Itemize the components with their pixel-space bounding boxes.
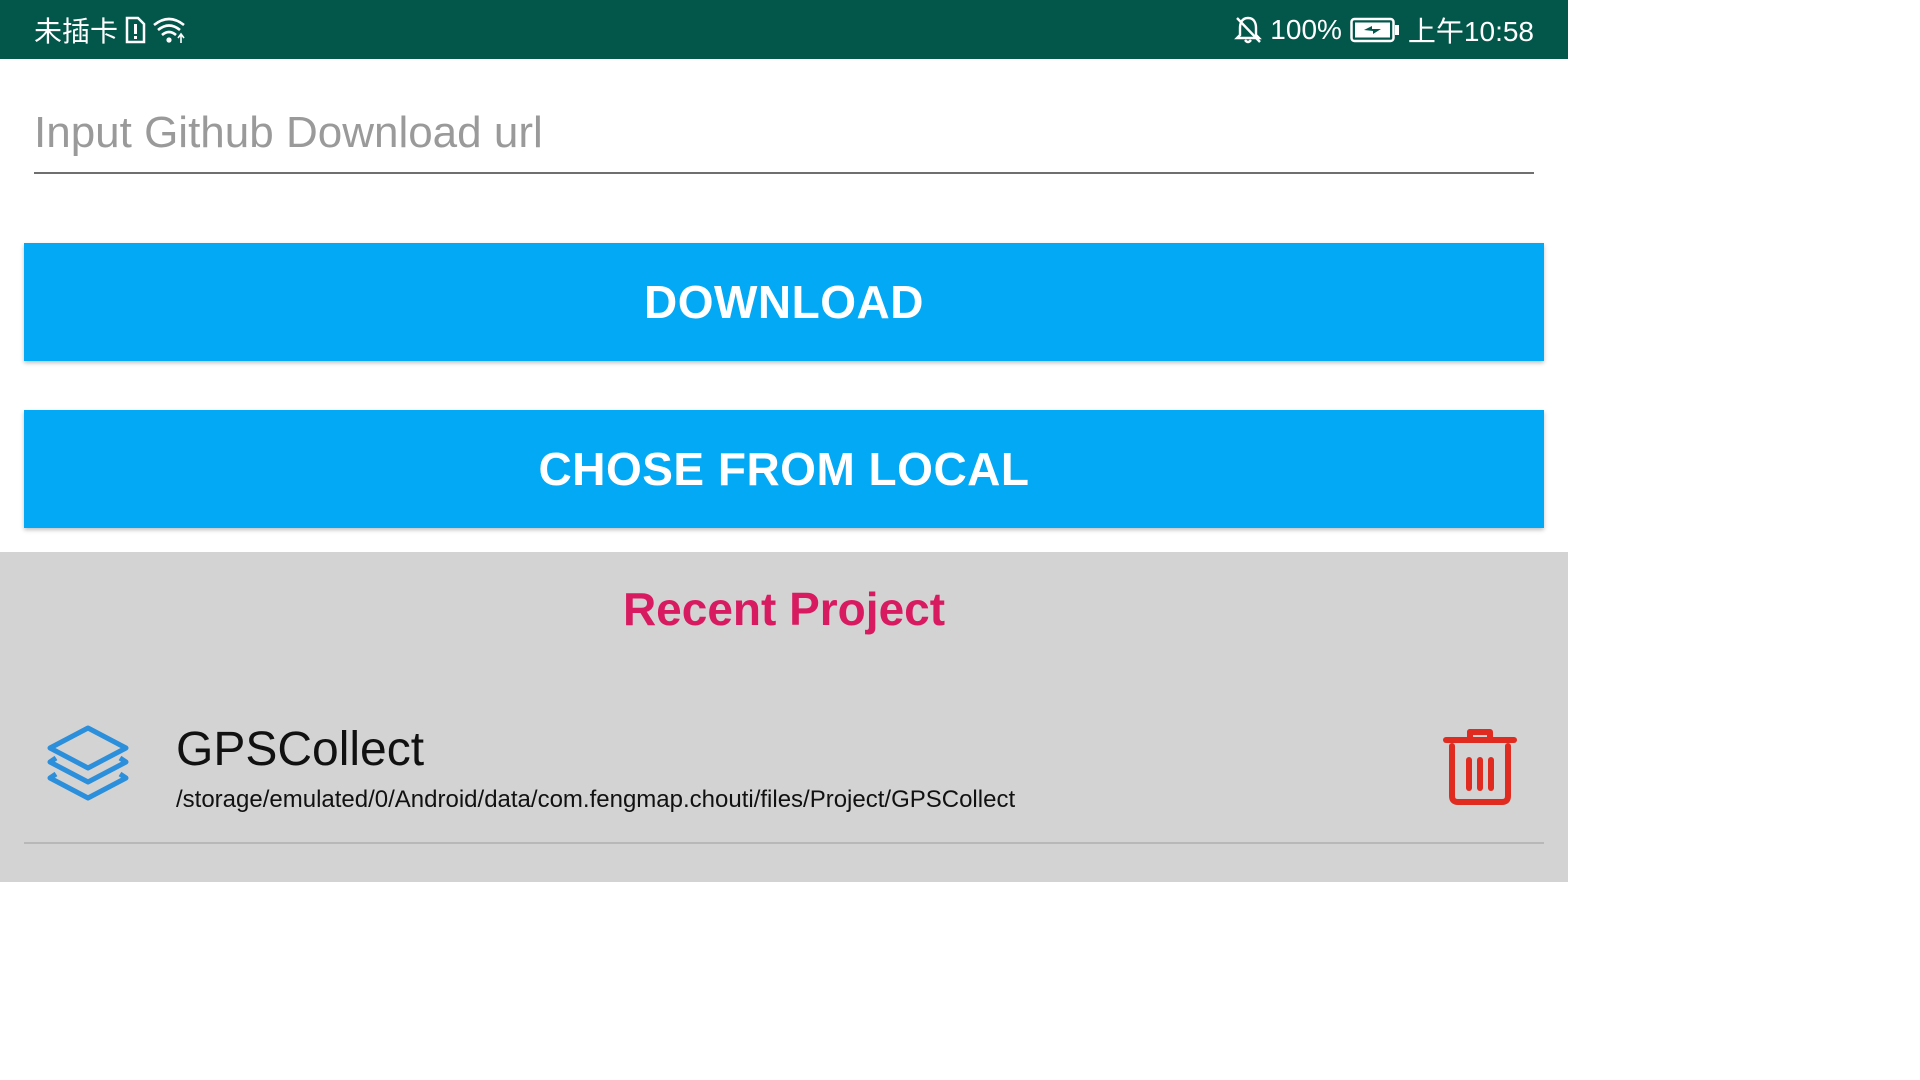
battery-percent: 100% xyxy=(1270,13,1342,45)
layers-icon xyxy=(46,724,130,808)
battery-charging-icon xyxy=(1350,17,1400,43)
project-path: /storage/emulated/0/Android/data/com.fen… xyxy=(176,786,1016,813)
recent-projects-section: Recent Project GPSCollect /storage/emula… xyxy=(0,552,1568,882)
carrier-label: 未插卡 xyxy=(34,14,119,48)
github-url-input[interactable] xyxy=(34,100,1534,174)
list-item[interactable]: GPSCollect /storage/emulated/0/Android/d… xyxy=(24,712,1544,844)
project-name: GPSCollect xyxy=(176,723,425,776)
status-right: 100% 上午10:58 xyxy=(1234,0,1534,59)
status-bar: 未插卡 100% 上午10:58 xyxy=(0,0,1568,59)
download-button[interactable]: DOWNLOAD xyxy=(24,243,1544,361)
app-screen: 未插卡 100% 上午10:58 Input Github Download u… xyxy=(0,0,1568,882)
mute-bell-icon xyxy=(1234,15,1263,45)
sim-alert-icon xyxy=(124,16,146,44)
chose-from-local-button[interactable]: CHOSE FROM LOCAL xyxy=(24,410,1544,528)
trash-icon[interactable] xyxy=(1442,724,1518,806)
recent-project-title: Recent Project xyxy=(622,583,946,635)
wifi-icon xyxy=(152,16,186,44)
status-left: 未插卡 xyxy=(34,0,186,59)
clock-time: 上午10:58 xyxy=(1407,15,1534,47)
